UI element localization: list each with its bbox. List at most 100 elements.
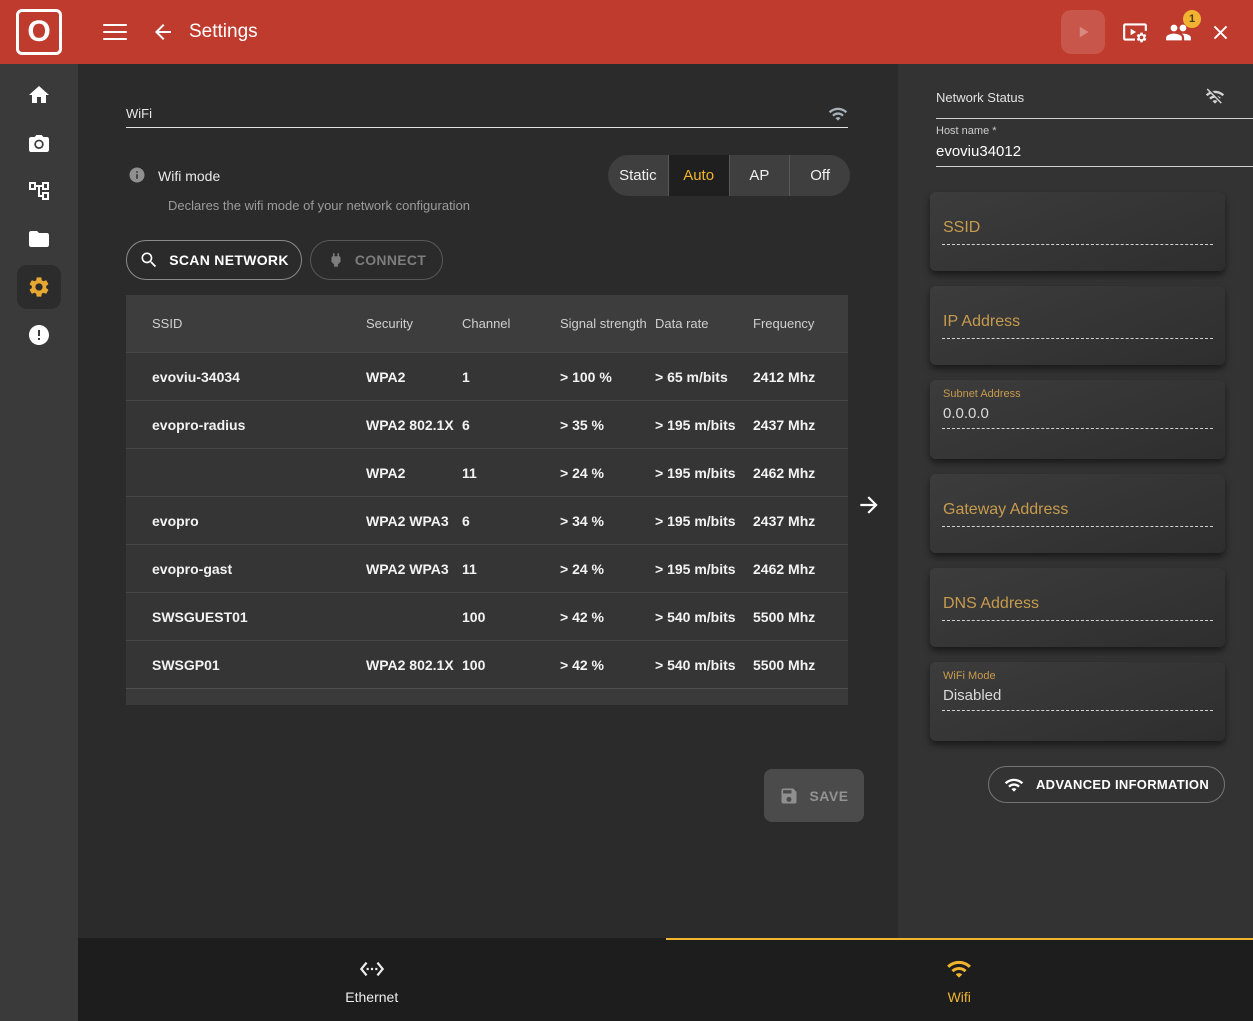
advanced-information-label: ADVANCED INFORMATION bbox=[1036, 777, 1209, 792]
users-button[interactable]: 1 bbox=[1165, 19, 1192, 46]
active-item-highlight bbox=[17, 265, 61, 309]
table-row[interactable]: evopro-radius WPA2 802.1X 6 > 35 % > 195… bbox=[126, 400, 848, 448]
cell-signal: > 24 % bbox=[560, 465, 655, 481]
save-label: SAVE bbox=[809, 788, 848, 804]
table-row[interactable]: WPA2 11 > 24 % > 195 m/bits 2462 Mhz bbox=[126, 448, 848, 496]
info-icon bbox=[128, 166, 146, 184]
col-data-rate: Data rate bbox=[655, 316, 753, 331]
tab-wifi-label: Wifi bbox=[948, 989, 971, 1005]
table-paginator-clipped bbox=[126, 688, 848, 705]
col-ssid: SSID bbox=[152, 316, 366, 331]
cell-signal: > 34 % bbox=[560, 513, 655, 529]
cell-frequency: 2462 Mhz bbox=[753, 561, 848, 577]
cell-ssid: evopro-gast bbox=[152, 561, 366, 577]
col-channel: Channel bbox=[462, 316, 560, 331]
cell-ssid: SWSGUEST01 bbox=[152, 609, 366, 625]
subnet-address-value: 0.0.0.0 bbox=[943, 405, 989, 422]
page-title: Settings bbox=[189, 21, 258, 43]
subnet-address-card: Subnet Address 0.0.0.0 bbox=[930, 380, 1225, 459]
sidebar-item-devices[interactable] bbox=[0, 167, 78, 215]
table-header-row: SSID Security Channel Signal strength Da… bbox=[126, 295, 848, 352]
wifi-mode-card-value: Disabled bbox=[943, 687, 1001, 704]
sidebar-item-settings[interactable] bbox=[0, 263, 78, 311]
wifi-mode-option-auto[interactable]: Auto bbox=[668, 155, 729, 196]
cell-security: WPA2 bbox=[366, 465, 462, 481]
table-row[interactable]: evoviu-34034 WPA2 1 > 100 % > 65 m/bits … bbox=[126, 352, 848, 400]
sidebar-item-camera[interactable] bbox=[0, 119, 78, 167]
video-settings-icon[interactable] bbox=[1122, 19, 1148, 45]
error-icon bbox=[27, 323, 51, 347]
card-underline bbox=[942, 620, 1213, 621]
cell-channel: 6 bbox=[462, 417, 560, 433]
cell-ssid: evopro-radius bbox=[152, 417, 366, 433]
expand-panel-arrow-icon[interactable] bbox=[856, 492, 882, 518]
host-name-field[interactable]: evoviu34012 bbox=[936, 143, 1021, 160]
network-tabs-bar: Ethernet Wifi bbox=[78, 938, 1253, 1021]
cell-rate: > 540 m/bits bbox=[655, 657, 753, 673]
cell-rate: > 195 m/bits bbox=[655, 465, 753, 481]
logo-o-icon: O bbox=[16, 9, 62, 55]
cell-signal: > 42 % bbox=[560, 609, 655, 625]
back-arrow-icon[interactable] bbox=[151, 20, 175, 44]
cell-channel: 11 bbox=[462, 465, 560, 481]
cell-channel: 6 bbox=[462, 513, 560, 529]
gateway-address-card: Gateway Address bbox=[930, 474, 1225, 553]
wifi-field[interactable]: WiFi bbox=[126, 106, 152, 121]
wifi-field-underline bbox=[126, 127, 848, 128]
wifi-mode-description: Declares the wifi mode of your network c… bbox=[168, 198, 470, 213]
cell-security: WPA2 bbox=[366, 369, 462, 385]
cell-frequency: 2437 Mhz bbox=[753, 417, 848, 433]
sidebar-item-files[interactable] bbox=[0, 215, 78, 263]
cell-security: WPA2 WPA3 bbox=[366, 561, 462, 577]
gateway-address-label: Gateway Address bbox=[943, 501, 1068, 519]
close-icon[interactable] bbox=[1209, 21, 1232, 44]
network-status-title: Network Status bbox=[936, 90, 1024, 105]
wifi-mode-label: Wifi mode bbox=[158, 168, 220, 184]
camera-icon bbox=[27, 131, 51, 155]
table-row[interactable]: evopro WPA2 WPA3 6 > 34 % > 195 m/bits 2… bbox=[126, 496, 848, 544]
card-underline bbox=[942, 526, 1213, 527]
wifi-off-icon bbox=[1205, 87, 1225, 107]
cell-frequency: 5500 Mhz bbox=[753, 657, 848, 673]
tab-ethernet[interactable]: Ethernet bbox=[78, 938, 666, 1021]
cell-frequency: 2462 Mhz bbox=[753, 465, 848, 481]
table-row[interactable]: evopro-gast WPA2 WPA3 11 > 24 % > 195 m/… bbox=[126, 544, 848, 592]
plug-icon bbox=[327, 251, 345, 269]
tab-wifi[interactable]: Wifi bbox=[666, 938, 1253, 1021]
sidebar-item-alerts[interactable] bbox=[0, 311, 78, 359]
cell-signal: > 35 % bbox=[560, 417, 655, 433]
connect-button[interactable]: CONNECT bbox=[310, 240, 443, 280]
cell-signal: > 24 % bbox=[560, 561, 655, 577]
play-button[interactable] bbox=[1061, 10, 1105, 54]
col-security: Security bbox=[366, 316, 462, 331]
notification-badge: 1 bbox=[1183, 10, 1201, 28]
sidebar-item-home[interactable] bbox=[0, 71, 78, 119]
col-frequency: Frequency bbox=[753, 316, 848, 331]
wifi-mode-card: WiFi Mode Disabled bbox=[930, 662, 1225, 741]
settings-gear-icon bbox=[27, 275, 51, 299]
cell-channel: 100 bbox=[462, 657, 560, 673]
advanced-information-button[interactable]: ADVANCED INFORMATION bbox=[988, 766, 1225, 803]
wifi-mode-option-static[interactable]: Static bbox=[608, 155, 668, 196]
wifi-mode-option-off[interactable]: Off bbox=[789, 155, 850, 196]
cell-rate: > 195 m/bits bbox=[655, 513, 753, 529]
ssid-card: SSID bbox=[930, 192, 1225, 271]
menu-icon[interactable] bbox=[103, 19, 127, 45]
save-floppy-icon bbox=[779, 786, 799, 806]
cell-rate: > 540 m/bits bbox=[655, 609, 753, 625]
table-row[interactable]: SWSGUEST01 100 > 42 % > 540 m/bits 5500 … bbox=[126, 592, 848, 640]
cell-ssid: evopro bbox=[152, 513, 366, 529]
scan-network-label: SCAN NETWORK bbox=[169, 252, 288, 268]
host-name-label: Host name * bbox=[936, 125, 997, 137]
ip-address-card: IP Address bbox=[930, 286, 1225, 365]
wifi-icon bbox=[946, 956, 972, 982]
status-cards: SSID IP Address Subnet Address 0.0.0.0 G… bbox=[930, 192, 1225, 741]
save-button[interactable]: SAVE bbox=[764, 769, 864, 822]
tab-ethernet-label: Ethernet bbox=[345, 989, 398, 1005]
table-row[interactable]: SWSGP01 WPA2 802.1X 100 > 42 % > 540 m/b… bbox=[126, 640, 848, 688]
card-underline bbox=[942, 428, 1213, 429]
wifi-mode-option-ap[interactable]: AP bbox=[729, 155, 790, 196]
scan-network-button[interactable]: SCAN NETWORK bbox=[126, 240, 302, 280]
sidebar-nav bbox=[0, 64, 78, 1021]
network-status-underline bbox=[936, 118, 1253, 119]
